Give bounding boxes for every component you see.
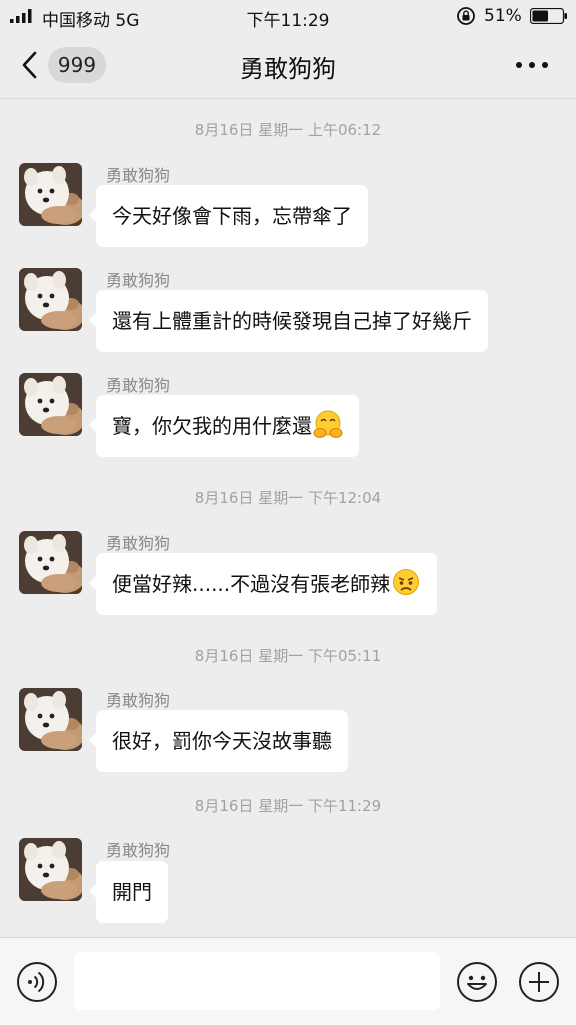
dog-avatar-image: [19, 268, 82, 331]
battery-icon: [530, 8, 567, 24]
message-text: 寶，你欠我的用什麼還: [112, 414, 312, 438]
avatar[interactable]: [19, 838, 82, 901]
message-text: 便當好辣......不過沒有張老師辣: [112, 572, 391, 596]
pleading-hands-emoji: [313, 410, 343, 438]
avatar[interactable]: [19, 268, 82, 331]
status-bar: 中国移动 5G 下午11:29 51%: [0, 0, 576, 32]
timestamp-divider: 8月16日 星期一 下午12:04: [194, 489, 382, 507]
chat-message-list[interactable]: 8月16日 星期一 上午06:12 勇敢狗狗 今天好像會下雨，忘帶傘了 勇敢狗狗…: [0, 99, 576, 937]
avatar[interactable]: [19, 163, 82, 226]
message-bubble[interactable]: 寶，你欠我的用什麼還: [89, 395, 359, 457]
emoji-icon[interactable]: [456, 961, 498, 1003]
dog-avatar-image: [19, 373, 82, 436]
message-bubble[interactable]: 很好，罰你今天沒故事聽: [89, 710, 348, 772]
rotation-lock-icon: [457, 7, 475, 25]
dog-avatar-image: [19, 163, 82, 226]
avatar[interactable]: [19, 531, 82, 594]
sender-name: 勇敢狗狗: [106, 841, 171, 860]
message-input[interactable]: [74, 952, 440, 1010]
message-bubble[interactable]: 今天好像會下雨，忘帶傘了: [89, 185, 368, 247]
sender-name: 勇敢狗狗: [106, 534, 171, 553]
sender-name: 勇敢狗狗: [106, 376, 171, 395]
timestamp-divider: 8月16日 星期一 下午11:29: [194, 797, 382, 815]
chat-title: 勇敢狗狗: [240, 55, 336, 83]
sender-name: 勇敢狗狗: [106, 271, 171, 290]
dog-avatar-image: [19, 531, 82, 594]
nav-bar: 999 勇敢狗狗: [0, 32, 576, 99]
timestamp-divider: 8月16日 星期一 上午06:12: [194, 121, 382, 139]
timestamp-divider: 8月16日 星期一 下午05:11: [194, 647, 382, 665]
sad-face-emoji: [393, 569, 420, 595]
message-bubble[interactable]: 便當好辣......不過沒有張老師辣: [88, 553, 438, 615]
avatar[interactable]: [19, 688, 82, 751]
dog-avatar-image: [19, 688, 82, 751]
plus-icon[interactable]: [518, 961, 560, 1003]
voice-icon[interactable]: [16, 961, 58, 1003]
message-bubble[interactable]: 開門: [89, 861, 168, 923]
input-bar: [0, 937, 576, 1025]
battery-percent: 51%: [484, 6, 522, 26]
message-bubble[interactable]: 還有上體重計的時候發現自己掉了好幾斤: [89, 290, 488, 352]
dog-avatar-image: [19, 838, 82, 901]
sender-name: 勇敢狗狗: [106, 166, 171, 185]
sender-name: 勇敢狗狗: [106, 691, 171, 710]
more-icon[interactable]: [514, 60, 550, 70]
avatar[interactable]: [19, 373, 82, 436]
